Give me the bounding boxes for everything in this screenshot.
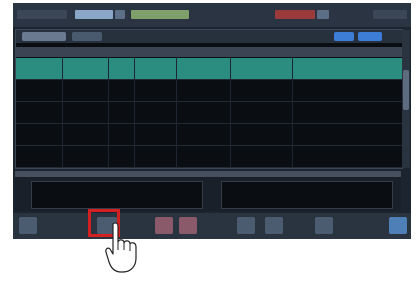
table-row[interactable] [16, 58, 402, 80]
list-filter-button[interactable] [72, 32, 102, 41]
tab-list[interactable] [75, 10, 113, 19]
search-input[interactable] [22, 32, 66, 41]
column-divider [230, 57, 231, 168]
bottom-button-7[interactable] [315, 217, 333, 234]
bottom-button-5[interactable] [237, 217, 255, 234]
system-button[interactable] [373, 10, 407, 19]
list-toolbar [16, 30, 402, 43]
table-row[interactable] [16, 102, 402, 124]
column-divider [292, 57, 293, 168]
app-screen [13, 3, 411, 239]
tab-filter[interactable] [115, 10, 125, 19]
bottom-button-6[interactable] [265, 217, 283, 234]
menu-button[interactable] [17, 10, 67, 19]
table-header [16, 47, 402, 57]
column-divider [108, 57, 109, 168]
clear-button[interactable] [358, 32, 382, 41]
tab-status[interactable] [131, 10, 189, 19]
bottom-button-3[interactable] [155, 217, 173, 234]
detail-strip [15, 171, 401, 211]
column-divider [62, 57, 63, 168]
study-info-box [221, 181, 393, 209]
table-row[interactable] [16, 146, 402, 168]
exam-list-panel [15, 29, 410, 169]
scrollbar-thumb[interactable] [403, 70, 409, 110]
hand-pointer-icon [105, 222, 137, 273]
list-scrollbar[interactable] [402, 30, 410, 168]
patient-info-box [31, 181, 203, 209]
column-divider [134, 57, 135, 168]
exit-button[interactable] [389, 217, 407, 234]
column-divider [176, 57, 177, 168]
bottom-button-4[interactable] [179, 217, 197, 234]
bottom-button-1[interactable] [19, 217, 37, 234]
detail-header [15, 171, 401, 177]
table-row[interactable] [16, 80, 402, 102]
tab-option[interactable] [317, 10, 329, 19]
top-toolbar [13, 3, 411, 27]
bottom-toolbar [13, 213, 411, 239]
alert-button[interactable] [275, 10, 315, 19]
search-button[interactable] [334, 32, 354, 41]
table-row[interactable] [16, 124, 402, 146]
